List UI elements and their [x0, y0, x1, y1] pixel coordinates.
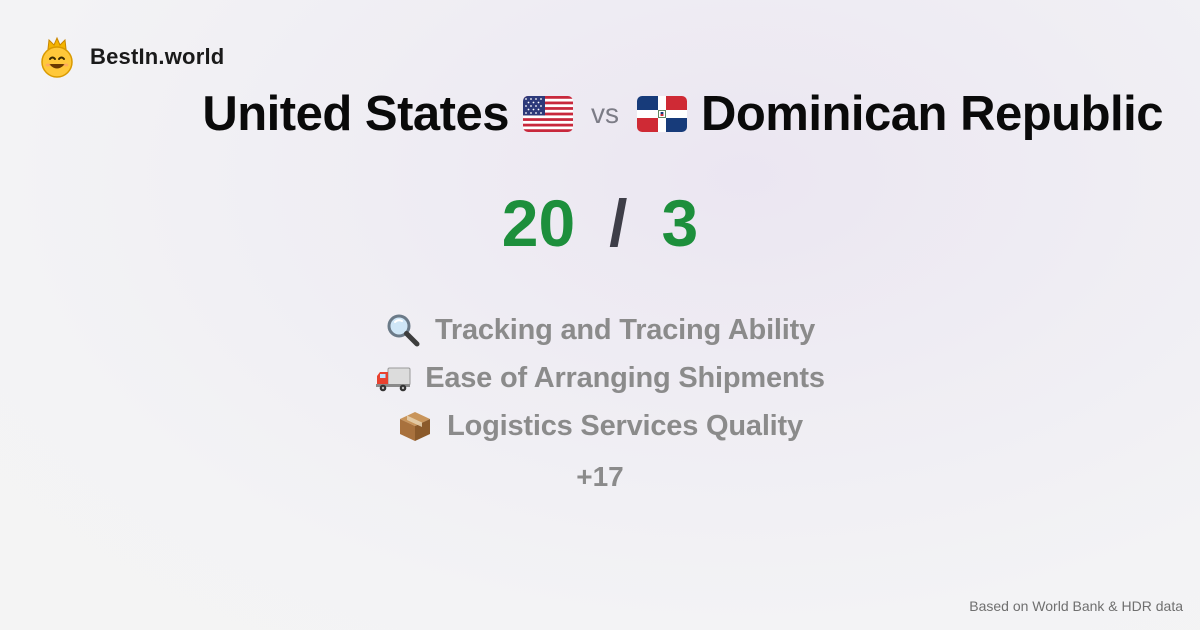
- right-country-name: Dominican Republic: [700, 87, 1164, 141]
- list-item: Logistics Services Quality: [397, 409, 803, 443]
- magnifying-glass-icon: [387, 314, 420, 347]
- list-item: Ease of Arranging Shipments: [375, 361, 825, 395]
- metric-label: Ease of Arranging Shipments: [425, 361, 825, 394]
- vs-label: vs: [590, 98, 619, 129]
- package-icon: [400, 412, 431, 441]
- brand-name: BestIn.world: [90, 44, 225, 69]
- data-source-note: Based on World Bank & HDR data: [969, 598, 1183, 614]
- dominican-republic-flag-icon: [636, 96, 687, 132]
- left-country-name: United States: [202, 87, 509, 141]
- us-flag-icon: [522, 96, 573, 132]
- metric-label: Logistics Services Quality: [447, 409, 803, 442]
- comparison-title: United States vs Dominican Republic: [202, 86, 1163, 142]
- score: 20 / 3: [0, 190, 1200, 256]
- right-score: 3: [661, 186, 699, 260]
- truck-icon: [376, 367, 411, 392]
- score-separator: /: [609, 186, 628, 260]
- left-score: 20: [501, 186, 576, 260]
- list-item: Tracking and Tracing Ability: [385, 313, 815, 347]
- metric-list: Tracking and Tracing Ability Ease of Arr…: [0, 313, 1200, 493]
- metric-label: Tracking and Tracing Ability: [434, 313, 816, 346]
- brand[interactable]: BestIn.world: [38, 36, 224, 78]
- more-count[interactable]: +17: [576, 461, 624, 493]
- crowned-smiley-icon: [41, 36, 73, 78]
